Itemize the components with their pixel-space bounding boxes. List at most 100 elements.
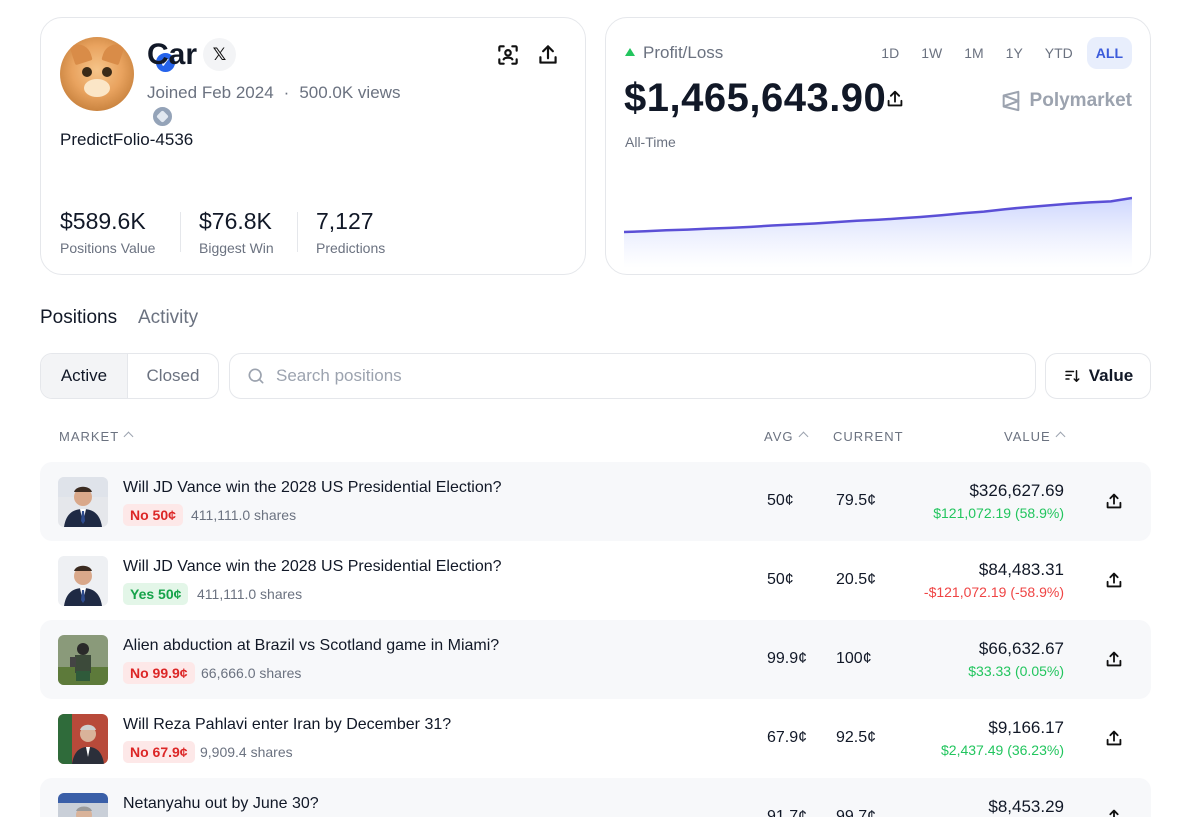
- outcome-badge: No 99.9¢: [123, 662, 195, 684]
- range-1y[interactable]: 1Y: [998, 37, 1031, 69]
- position-change: $2,437.49 (36.23%): [941, 742, 1064, 758]
- current-price: 100¢: [836, 650, 872, 667]
- scan-icon[interactable]: [495, 42, 521, 68]
- market-question[interactable]: Will Reza Pahlavi enter Iran by December…: [123, 716, 451, 734]
- market-question[interactable]: Will JD Vance win the 2028 US Presidenti…: [123, 479, 502, 497]
- current-price: 79.5¢: [836, 492, 877, 509]
- sort-button[interactable]: Value: [1045, 353, 1151, 399]
- market-thumbnail: [58, 635, 108, 685]
- header-market-label: MARKET: [59, 429, 120, 444]
- share-icon[interactable]: [1103, 569, 1125, 591]
- header-market[interactable]: MARKET: [59, 429, 134, 444]
- joined-date: Joined Feb 2024: [147, 83, 274, 102]
- stat-value: $589.6K: [60, 208, 146, 234]
- current-price: 20.5¢: [836, 571, 877, 588]
- market-question[interactable]: Netanyahu out by June 30?: [123, 795, 319, 813]
- tab-activity[interactable]: Activity: [138, 307, 198, 329]
- share-icon[interactable]: [884, 88, 906, 110]
- position-value: $9,166.17: [988, 718, 1064, 737]
- share-icon[interactable]: [535, 42, 561, 68]
- position-change: -$121,072.19 (-58.9%): [923, 584, 1064, 600]
- shares: 9,909.4 shares: [200, 744, 293, 760]
- position-value: $66,632.67: [978, 639, 1064, 658]
- market-question[interactable]: Alien abduction at Brazil vs Scotland ga…: [123, 637, 499, 655]
- x-link-icon[interactable]: 𝕏: [203, 38, 236, 71]
- table-row[interactable]: Will JD Vance win the 2028 US Presidenti…: [40, 541, 1151, 620]
- header-value[interactable]: VALUE: [1004, 429, 1066, 444]
- username: Car: [147, 38, 198, 71]
- outcome-badge: No 50¢: [123, 504, 183, 526]
- sort-toggle-icon: [1055, 431, 1066, 442]
- avg-price: 99.9¢: [767, 650, 808, 667]
- range-all[interactable]: ALL: [1086, 37, 1132, 69]
- header-avg[interactable]: AVG: [764, 429, 808, 444]
- stat-label: Predictions: [316, 240, 386, 256]
- stat-biggest-win: $76.8K Biggest Win: [199, 208, 274, 256]
- position-value: $326,627.69: [969, 481, 1064, 500]
- search-box: [229, 353, 1036, 399]
- pnl-value: $1,465,643.90: [624, 76, 887, 120]
- stat-value: $76.8K: [199, 208, 272, 234]
- market-thumbnail: [58, 556, 108, 606]
- position-change: $33.33 (0.05%): [968, 663, 1064, 679]
- market-question[interactable]: Will JD Vance win the 2028 US Presidenti…: [123, 558, 502, 576]
- polymarket-icon: [1002, 90, 1019, 112]
- share-icon[interactable]: [1103, 806, 1125, 817]
- sort-toggle-icon: [798, 431, 808, 442]
- stat-label: Positions Value: [60, 240, 156, 256]
- share-icon[interactable]: [1103, 727, 1125, 749]
- pnl-area: [624, 198, 1132, 268]
- share-icon[interactable]: [1103, 490, 1125, 512]
- filter-active-button[interactable]: Active: [41, 354, 128, 398]
- range-ytd[interactable]: YTD: [1037, 37, 1081, 69]
- current-price: 99.7¢: [836, 808, 877, 817]
- range-1w[interactable]: 1W: [913, 37, 950, 69]
- stat-divider: [180, 212, 181, 252]
- filter-closed-button[interactable]: Closed: [128, 354, 218, 398]
- tab-positions[interactable]: Positions: [40, 307, 117, 329]
- market-thumbnail: [58, 477, 108, 527]
- outcome-badge: Yes 50¢: [123, 583, 189, 605]
- header-current: CURRENT: [833, 429, 904, 444]
- stat-positions-value: $589.6K Positions Value: [60, 208, 155, 256]
- range-1m[interactable]: 1M: [956, 37, 991, 69]
- profile-card: ✓ Car 𝕏 Joined Feb 2024 · 500.0K views Pre…: [40, 17, 586, 275]
- market-thumbnail: [58, 714, 108, 764]
- sort-toggle-icon: [123, 431, 134, 442]
- sort-label: Value: [1088, 366, 1134, 385]
- search-input[interactable]: [276, 364, 976, 388]
- pnl-period: All-Time: [625, 134, 676, 150]
- current-price: 92.5¢: [836, 729, 877, 746]
- sort-icon: [1065, 370, 1080, 382]
- market-thumbnail: [58, 793, 108, 817]
- position-change: $121,072.19 (58.9%): [933, 505, 1064, 521]
- range-tabs: 1D 1W 1M 1Y YTD ALL: [873, 37, 1132, 69]
- shares: 411,111.0 shares: [197, 586, 303, 602]
- rank-badge-icon: [151, 105, 174, 128]
- stat-predictions: 7,127 Predictions: [316, 208, 385, 256]
- table-row[interactable]: Will JD Vance win the 2028 US Presidenti…: [40, 462, 1151, 541]
- table-row[interactable]: Alien abduction at Brazil vs Scotland ga…: [40, 620, 1151, 699]
- stat-value: 7,127: [316, 208, 374, 234]
- search-icon: [248, 368, 264, 384]
- polymarket-wordmark: Polymarket: [1029, 90, 1132, 111]
- pnl-label: Profit/Loss: [625, 43, 723, 63]
- table-row[interactable]: Netanyahu out by June 30? 91.7¢ 99.7¢ $8…: [40, 778, 1151, 817]
- table-row[interactable]: Will Reza Pahlavi enter Iran by December…: [40, 699, 1151, 778]
- status-filter: Active Closed: [40, 353, 219, 399]
- up-triangle-icon: [625, 48, 635, 56]
- pnl-card: Profit/Loss 1D 1W 1M 1Y YTD ALL $1,465,6…: [605, 17, 1151, 275]
- stat-divider: [297, 212, 298, 252]
- position-value: $8,453.29: [988, 797, 1064, 816]
- share-icon[interactable]: [1103, 648, 1125, 670]
- pnl-chart: [624, 196, 1132, 268]
- range-1d[interactable]: 1D: [873, 37, 907, 69]
- avatar[interactable]: [60, 37, 134, 111]
- outcome-badge: No 67.9¢: [123, 741, 195, 763]
- avg-price: 50¢: [767, 571, 794, 588]
- shares: 411,111.0 shares: [191, 507, 297, 523]
- avg-price: 67.9¢: [767, 729, 808, 746]
- shares: 66,666.0 shares: [201, 665, 302, 681]
- profile-meta: Joined Feb 2024 · 500.0K views: [147, 83, 400, 103]
- avg-price: 50¢: [767, 492, 794, 509]
